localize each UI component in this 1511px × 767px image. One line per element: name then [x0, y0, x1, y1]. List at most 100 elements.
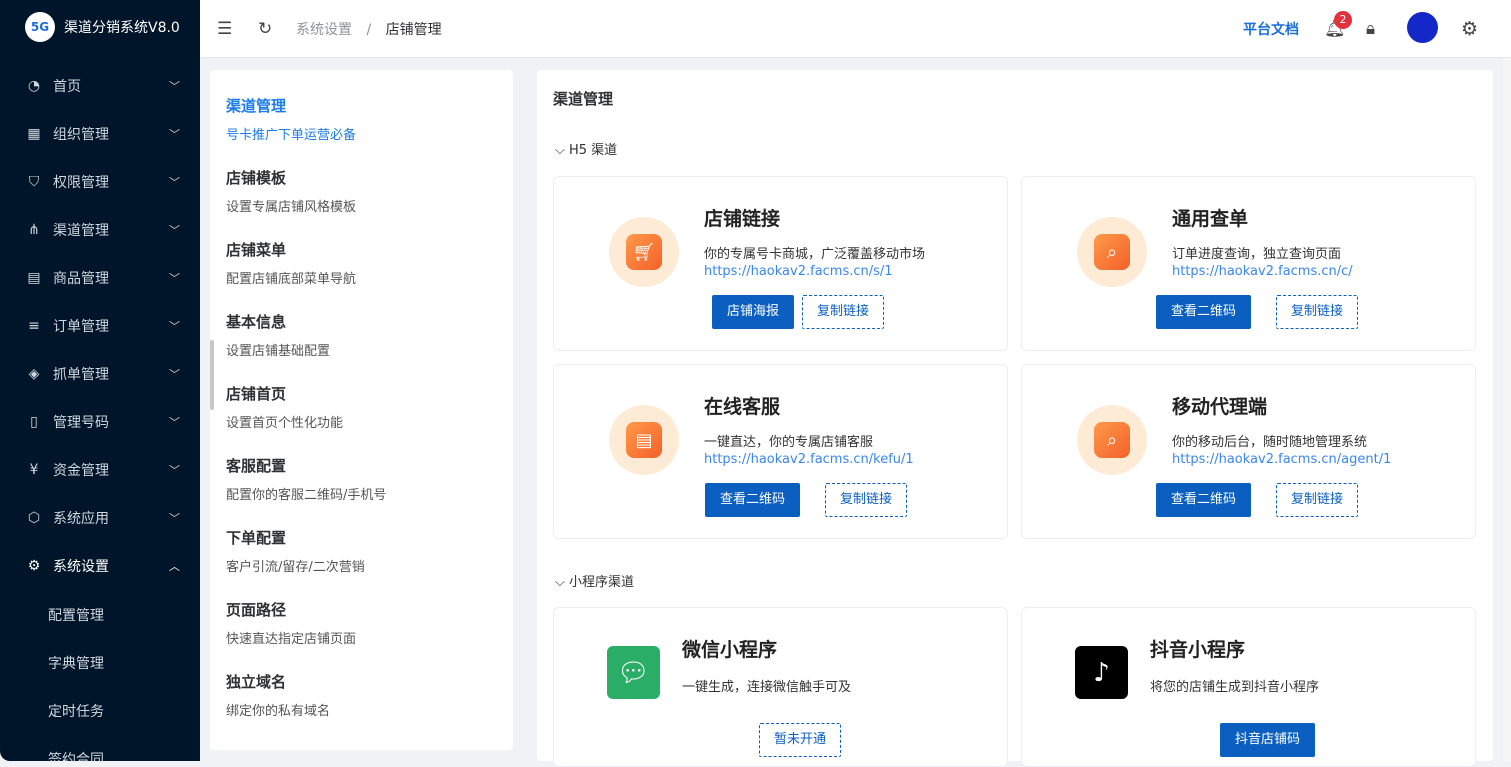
- breadcrumb-item[interactable]: 系统设置: [296, 22, 352, 38]
- channel-card: ⌕ 移动代理端 你的移动后台，随时随地管理系统 https://haokav2.…: [1021, 364, 1476, 539]
- chevron-up-icon: ︿: [169, 560, 180, 573]
- page-scrollbar[interactable]: [1503, 58, 1511, 761]
- nav-item-title: 店铺菜单: [226, 241, 287, 259]
- sidebar-item[interactable]: ⬡ 系统应用 ﹀: [0, 494, 200, 542]
- nav-item-title: 店铺首页: [226, 385, 287, 403]
- nav-item-title: 渠道管理: [226, 97, 287, 115]
- sidebar-subitem[interactable]: 配置管理: [48, 605, 104, 625]
- nav-item-desc: 客户引流/留存/二次营销: [226, 560, 365, 575]
- section-miniprogram-toggle[interactable]: ⌵ 小程序渠道: [555, 571, 634, 590]
- nav-item-desc: 配置店铺底部菜单导航: [226, 272, 357, 287]
- nav-item-title: 基本信息: [226, 313, 287, 331]
- card-desc: 一键生成，连接微信触手可及: [682, 680, 852, 695]
- app-title: 渠道分销系统V8.0: [64, 20, 180, 36]
- section-h5-toggle[interactable]: ⌵ H5 渠道: [555, 139, 617, 158]
- breadcrumb: 系统设置 / 店铺管理: [296, 19, 442, 39]
- gear-icon[interactable]: ⚙: [1461, 18, 1478, 40]
- sidebar-item-label: 订单管理: [53, 319, 109, 335]
- card-link[interactable]: https://haokav2.facms.cn/s/1: [704, 264, 893, 279]
- primary-button[interactable]: 查看二维码: [705, 483, 801, 517]
- chevron-down-icon: ﹀: [169, 224, 180, 237]
- chevron-down-icon: ﹀: [169, 320, 180, 333]
- dashboard-icon: ◔: [27, 78, 41, 94]
- nav-item-desc: 配置你的客服二维码/手机号: [226, 488, 387, 503]
- sidebar-item-label: 抓单管理: [53, 367, 109, 383]
- section-label: H5 渠道: [569, 143, 618, 158]
- cart-icon: 🛒︎: [609, 217, 679, 287]
- miniprogram-button[interactable]: 抖音店铺码: [1220, 723, 1316, 757]
- chevron-down-icon: ﹀: [169, 80, 180, 93]
- sidebar-item-label: 首页: [53, 79, 81, 95]
- card-title: 抖音小程序: [1150, 639, 1246, 661]
- primary-button[interactable]: 查看二维码: [1156, 295, 1252, 329]
- copy-link-button[interactable]: 复制链接: [825, 483, 908, 517]
- sidebar-item-label: 权限管理: [53, 175, 109, 191]
- sidebar-subitem[interactable]: 签约合同: [48, 749, 104, 761]
- sidebar-subitem[interactable]: 定时任务: [48, 701, 104, 721]
- wechat-icon: 💬︎: [607, 646, 660, 699]
- refresh-icon[interactable]: ↻: [258, 19, 272, 39]
- copy-link-button[interactable]: 复制链接: [802, 295, 885, 329]
- nav-item-title: 客服配置: [226, 457, 287, 475]
- sidebar-item[interactable]: ¥ 资金管理 ﹀: [0, 446, 200, 494]
- nav-item-desc: 号卡推广下单运营必备: [226, 128, 357, 143]
- nav-item-title: 页面路径: [226, 601, 287, 619]
- breadcrumb-current: 店铺管理: [385, 21, 442, 38]
- primary-button[interactable]: 查看二维码: [1156, 483, 1252, 517]
- cube-icon: ⬡: [27, 510, 41, 526]
- nav-item-desc: 设置首页个性化功能: [226, 416, 344, 431]
- channel-card: ▤ 在线客服 一键直达，你的专属店铺客服 https://haokav2.fac…: [553, 364, 1008, 539]
- lock-icon[interactable]: 🔒︎: [1366, 19, 1375, 39]
- sidebar-item[interactable]: ◈ 抓单管理 ﹀: [0, 350, 200, 398]
- chevron-down-icon: ﹀: [169, 416, 180, 429]
- miniprogram-button[interactable]: 暂未开通: [759, 723, 842, 757]
- copy-link-button[interactable]: 复制链接: [1276, 295, 1359, 329]
- sidebar-item[interactable]: ▤ 商品管理 ﹀: [0, 254, 200, 302]
- collapse-menu-icon[interactable]: ☰: [217, 19, 232, 39]
- card-link[interactable]: https://haokav2.facms.cn/kefu/1: [704, 452, 914, 467]
- phone-icon: ▯: [30, 414, 38, 430]
- page-title: 渠道管理: [553, 90, 614, 108]
- miniprogram-card: ♪ 抖音小程序 将您的店铺生成到抖音小程序 抖音店铺码: [1021, 607, 1476, 767]
- nav-item-desc: 绑定你的私有域名: [226, 704, 331, 719]
- chevron-down-icon: ﹀: [169, 464, 180, 477]
- nav-item-desc: 快速直达指定店铺页面: [226, 632, 357, 647]
- sidebar-item[interactable]: ▯ 管理号码 ﹀: [0, 398, 200, 446]
- settings-nav-panel: 渠道管理 号卡推广下单运营必备 店铺模板 设置专属店铺风格模板 店铺菜单 配置店…: [210, 70, 513, 750]
- card-link[interactable]: https://haokav2.facms.cn/c/: [1172, 264, 1353, 279]
- tiktok-icon: ♪: [1075, 646, 1128, 699]
- chevron-down-icon: ﹀: [169, 176, 180, 189]
- sidebar-item-label: 管理号码: [53, 415, 109, 431]
- sidebar-item[interactable]: ≡ 订单管理 ﹀: [0, 302, 200, 350]
- primary-button[interactable]: 店铺海报: [712, 295, 795, 329]
- platform-docs-link[interactable]: 平台文档: [1243, 19, 1299, 39]
- copy-link-button[interactable]: 复制链接: [1276, 483, 1359, 517]
- card-link[interactable]: https://haokav2.facms.cn/agent/1: [1172, 452, 1391, 467]
- sidebar-item[interactable]: ⚙ 系统设置 ︿: [0, 542, 200, 590]
- yuan-icon: ¥: [29, 462, 39, 478]
- sidebar-item[interactable]: ⋔ 渠道管理 ﹀: [0, 206, 200, 254]
- card-desc: 一键直达，你的专属店铺客服: [704, 435, 874, 450]
- shield-icon: ⛉: [28, 174, 40, 190]
- card-title: 店铺链接: [704, 208, 781, 230]
- nav-item-title: 独立域名: [226, 673, 287, 691]
- card-title: 通用查单: [1172, 208, 1249, 230]
- notification-badge: 2: [1334, 11, 1352, 29]
- logo-icon: 5G: [25, 12, 55, 42]
- avatar[interactable]: [1407, 12, 1438, 43]
- sidebar-subitem[interactable]: 字典管理: [48, 653, 104, 673]
- sidebar-item-label: 系统应用: [53, 511, 109, 527]
- breadcrumb-separator: /: [366, 21, 372, 38]
- sidebar-item-label: 组织管理: [53, 127, 109, 143]
- channel-card: ⌕ 通用查单 订单进度查询，独立查询页面 https://haokav2.fac…: [1021, 176, 1476, 351]
- sidebar-item[interactable]: ◔ 首页 ﹀: [0, 62, 200, 110]
- header: ☰ ↻ 系统设置 / 店铺管理 平台文档 🔔︎ 2 🔒︎ ⚙: [200, 0, 1511, 58]
- chevron-down-icon: ﹀: [169, 128, 180, 141]
- diamond-icon: ◈: [28, 366, 40, 382]
- sidebar-item[interactable]: ⛉ 权限管理 ﹀: [0, 158, 200, 206]
- channel-card: 🛒︎ 店铺链接 你的专属号卡商城，广泛覆盖移动市场 https://haokav…: [553, 176, 1008, 351]
- sidebar-item-label: 资金管理: [53, 463, 109, 479]
- sidebar-item[interactable]: ▦ 组织管理 ﹀: [0, 110, 200, 158]
- store-icon: ▤: [27, 270, 41, 286]
- scrollbar[interactable]: [210, 340, 214, 410]
